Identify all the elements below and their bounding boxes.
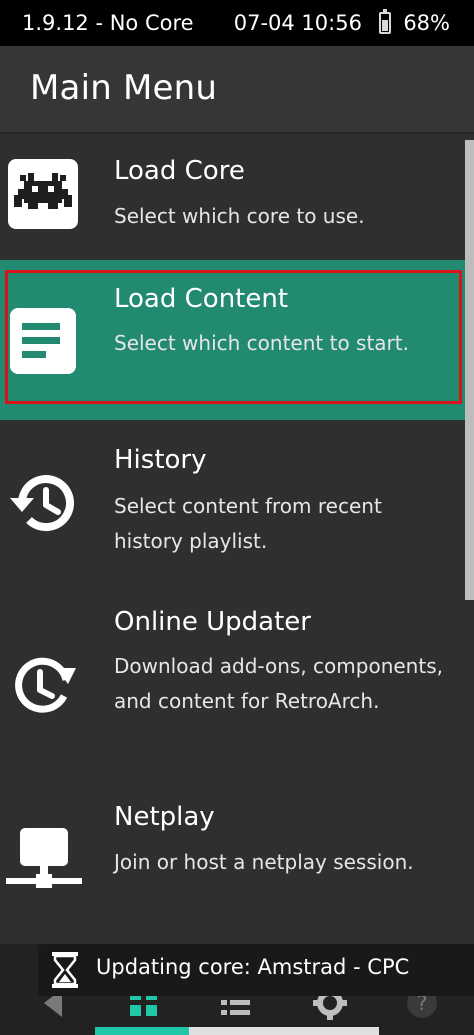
header-bar: Main Menu (0, 46, 474, 134)
status-datetime: 07-04 10:56 (233, 11, 362, 35)
toast-notification: Updating core: Amstrad - CPC (38, 944, 474, 996)
retroarch-invader-icon (8, 159, 78, 229)
scrollbar-thumb[interactable] (465, 140, 474, 600)
item-description: Join or host a netplay session. (114, 850, 414, 874)
item-title: Load Core (114, 156, 245, 186)
status-version-core: 1.9.12 - No Core (22, 11, 194, 35)
network-icon (6, 828, 82, 888)
page-title: Main Menu (30, 68, 218, 108)
item-title: Online Updater (114, 607, 311, 637)
menu-item-load-core[interactable]: Load Core Select which core to use. (0, 134, 474, 260)
item-description: Select which core to use. (114, 204, 365, 228)
updater-clock-icon (15, 657, 76, 713)
battery-icon (378, 9, 391, 34)
menu-item-online-updater[interactable]: Online Updater Download add-ons, compone… (0, 582, 474, 780)
item-description: Select content from recent history playl… (114, 494, 382, 553)
tab-indicator-active (95, 1027, 189, 1035)
menu-item-netplay[interactable]: Netplay Join or host a netplay session. (0, 780, 474, 944)
item-title: History (114, 445, 207, 475)
retroarch-screen: 1.9.12 - No Core 07-04 10:56 68% Main Me… (0, 0, 474, 1035)
toast-message: Updating core: Amstrad - CPC (96, 955, 410, 979)
status-bar: 1.9.12 - No Core 07-04 10:56 68% (0, 0, 474, 46)
history-clock-icon (10, 475, 74, 532)
menu-item-history[interactable]: History Select content from recent histo… (0, 420, 474, 582)
selection-highlight-box (5, 270, 462, 404)
status-right-group: 07-04 10:56 68% (234, 0, 450, 46)
battery-percent: 68% (403, 11, 450, 35)
item-description: Download add-ons, components, and conten… (114, 654, 443, 713)
hourglass-icon (52, 952, 78, 988)
item-title: Netplay (114, 802, 215, 832)
main-menu-list: Load Core Select which core to use. Load… (0, 134, 474, 944)
